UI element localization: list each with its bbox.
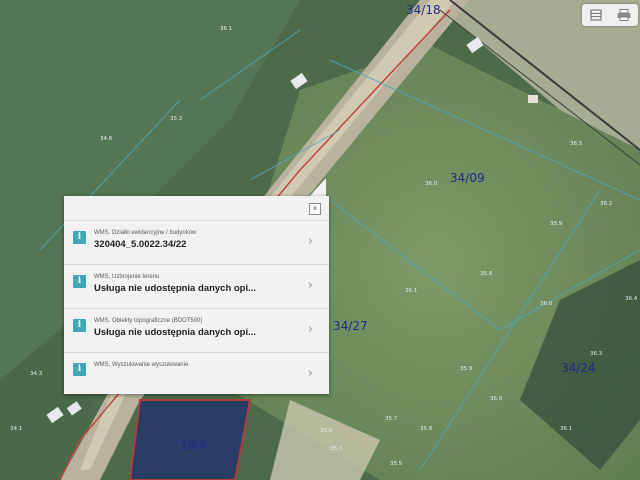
svg-text:36.3: 36.3: [590, 351, 603, 357]
parcel-label-bottom: 1/64: [180, 438, 207, 452]
svg-text:34.6: 34.6: [100, 136, 113, 142]
popup-result-item[interactable]: i WMS, Wyszukiwanie wyszukiwanie ›: [64, 352, 329, 396]
info-icon: i: [73, 319, 86, 332]
svg-text:35.9: 35.9: [460, 366, 473, 372]
svg-text:36.1: 36.1: [560, 426, 572, 432]
svg-text:36.0: 36.0: [490, 396, 503, 402]
svg-text:36.2: 36.2: [600, 201, 612, 207]
print-icon[interactable]: [616, 7, 632, 23]
svg-text:36.0: 36.0: [425, 181, 438, 187]
svg-text:35.7: 35.7: [330, 446, 343, 452]
parcel-label-field: 34/09: [450, 171, 485, 185]
result-layer-title: WMS, Wyszukiwanie wyszukiwanie: [94, 362, 189, 368]
popup-result-item[interactable]: i WMS, Uzbrojenie terenu Usługa nie udos…: [64, 264, 329, 308]
svg-text:36.1: 36.1: [220, 26, 232, 32]
svg-text:36.4: 36.4: [625, 296, 638, 302]
svg-text:36.1: 36.1: [405, 288, 417, 294]
result-value: 320404_5.0022.34/22: [94, 239, 187, 250]
svg-text:35.8: 35.8: [480, 271, 493, 277]
feature-info-popup: × i WMS, Działki ewidencyjne / budynków …: [64, 196, 329, 394]
close-icon[interactable]: ×: [309, 203, 321, 215]
result-value: Usługa nie udostępnia danych opi...: [94, 327, 257, 338]
chevron-right-icon[interactable]: ›: [308, 323, 313, 336]
svg-text:35.7: 35.7: [385, 416, 398, 422]
popup-results-list: i WMS, Działki ewidencyjne / budynków 32…: [64, 220, 329, 396]
layers-icon[interactable]: [588, 7, 604, 23]
chevron-right-icon[interactable]: ›: [308, 367, 313, 380]
info-icon: i: [73, 363, 86, 376]
map-toolbar: [582, 4, 638, 26]
result-value: Usługa nie udostępnia danych opi...: [94, 283, 257, 294]
popup-pointer: [308, 178, 326, 198]
svg-text:35.5: 35.5: [390, 461, 403, 467]
parcel-label-top: 34/18: [406, 3, 441, 17]
svg-text:34.1: 34.1: [10, 426, 22, 432]
chevron-right-icon[interactable]: ›: [308, 235, 313, 248]
result-layer-title: WMS, Uzbrojenie terenu: [94, 274, 160, 280]
result-layer-title: WMS, Działki ewidencyjne / budynków: [94, 230, 197, 236]
parcel-label-center: 34/27: [333, 319, 368, 333]
info-icon: i: [73, 275, 86, 288]
svg-text:35.6: 35.6: [320, 428, 333, 434]
svg-text:36.5: 36.5: [570, 141, 583, 147]
popup-result-item[interactable]: i WMS, Działki ewidencyjne / budynków 32…: [64, 220, 329, 264]
svg-text:35.8: 35.8: [420, 426, 433, 432]
result-layer-title: WMS, Obiekty topograficzne (BDOT500): [94, 318, 203, 324]
chevron-right-icon[interactable]: ›: [308, 279, 313, 292]
svg-text:35.9: 35.9: [550, 221, 563, 227]
info-icon: i: [73, 231, 86, 244]
svg-text:35.2: 35.2: [170, 116, 182, 122]
parcel-label-lower-right: 34/24: [561, 361, 596, 375]
svg-text:36.0: 36.0: [540, 301, 553, 307]
popup-result-item[interactable]: i WMS, Obiekty topograficzne (BDOT500) U…: [64, 308, 329, 352]
svg-text:34.3: 34.3: [30, 371, 43, 377]
